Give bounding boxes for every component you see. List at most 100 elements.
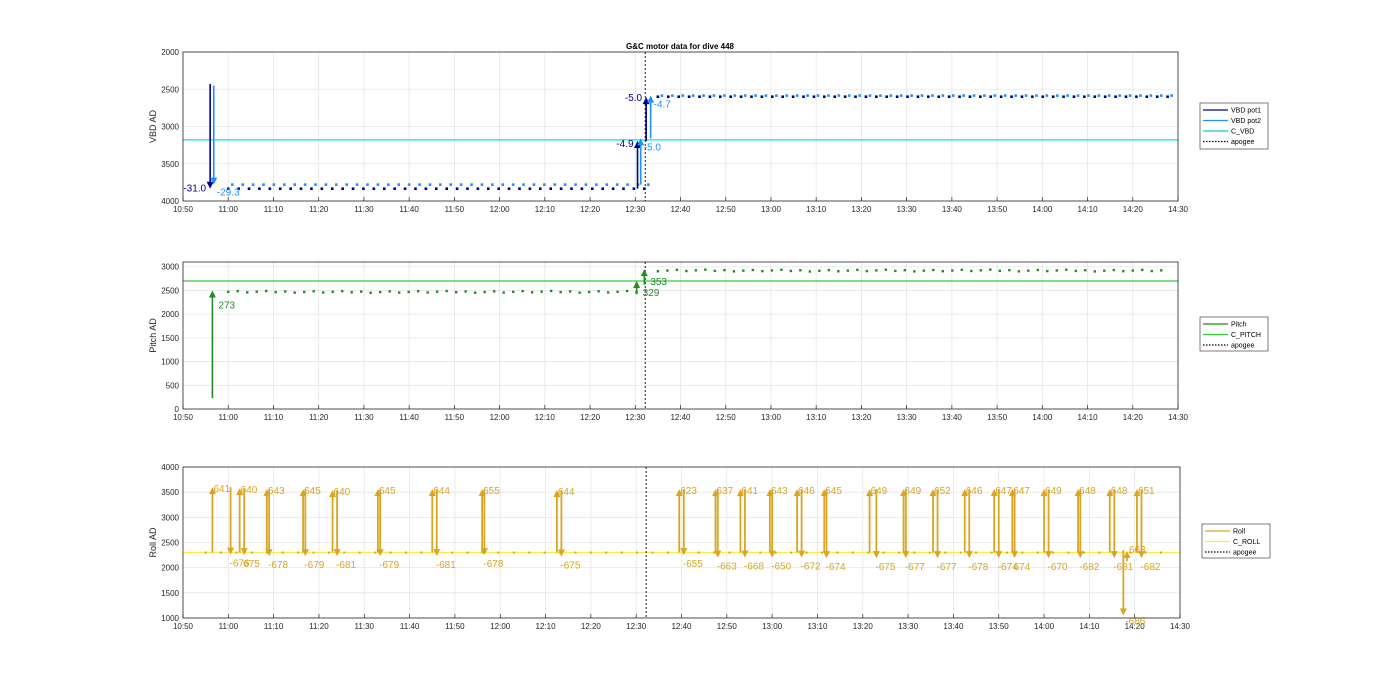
figure-title: G&C motor data for dive 448 <box>626 42 735 51</box>
pitch-point <box>246 291 249 294</box>
vbd-pot2-point <box>324 183 328 186</box>
vbd-pot1-point <box>739 95 743 98</box>
roll-xtick-label: 12:00 <box>490 622 511 631</box>
vbd-pot2-point <box>1128 94 1132 97</box>
roll-point <box>959 551 962 554</box>
vbd-pot2-point <box>775 94 778 97</box>
vbd-pot1-point <box>1010 95 1013 98</box>
roll-bottom-label: -682 <box>1079 562 1099 573</box>
vbd-pot2-point <box>1024 94 1028 97</box>
vbd-pot2-point <box>879 94 882 97</box>
roll-ytick-label: 2500 <box>161 539 179 548</box>
pitch-xtick-label: 13:50 <box>987 413 1008 422</box>
vbd-xtick-label: 13:00 <box>761 205 782 214</box>
roll-point <box>1159 551 1162 554</box>
roll-bottom-label: -675 <box>875 562 895 573</box>
roll-bottom-label: -682 <box>1140 562 1160 573</box>
roll-top-label: 647 <box>1013 486 1030 497</box>
pitch-point <box>780 268 783 271</box>
roll-xtick-label: 11:00 <box>219 622 239 631</box>
pitch-legend-label: apogee <box>1231 343 1254 350</box>
vbd-arrow-label: -29.3 <box>217 188 240 199</box>
vbd-pot2-point <box>584 183 588 186</box>
pitch-point <box>1093 270 1096 273</box>
roll-point <box>420 551 423 554</box>
vbd-pot2-point <box>723 94 726 97</box>
roll-legend: Roll C_ROLLapogee <box>1201 523 1271 559</box>
vbd-pot2-point <box>397 183 401 186</box>
pitch-point <box>625 289 629 293</box>
vbd-pot2-point <box>647 183 650 186</box>
pitch-point <box>549 289 553 293</box>
roll-xtick-label: 12:50 <box>717 622 738 631</box>
roll-bottom-label: -675 <box>560 561 580 572</box>
roll-ytick-label: 1000 <box>161 614 179 623</box>
roll-point <box>589 551 592 554</box>
vbd-pot2-point <box>522 183 525 186</box>
roll-extra-label: 663 <box>1129 545 1146 556</box>
pitch-point <box>827 268 831 272</box>
pitch-xtick-label: 10:50 <box>173 413 194 422</box>
roll-point <box>1052 551 1055 554</box>
pitch-ytick-label: 2000 <box>161 310 179 319</box>
vbd-pot1-point <box>979 95 982 98</box>
pitch-xtick-label: 12:50 <box>716 413 737 422</box>
vbd-pot1-point <box>1155 95 1159 98</box>
vbd-pot1-point <box>486 187 490 191</box>
roll-point <box>451 551 454 554</box>
vbd-pot1-point <box>299 187 303 191</box>
pitch-point <box>322 291 325 294</box>
vbd-pot1-point <box>958 95 961 98</box>
vbd-pot1-point <box>497 187 500 191</box>
vbd-pot2-point <box>1045 94 1049 97</box>
vbd-xtick-label: 14:20 <box>1123 205 1144 214</box>
roll-xtick-label: 14:30 <box>1170 622 1191 631</box>
vbd-pot1-point <box>632 187 636 191</box>
vbd-pot1-point <box>1135 95 1138 98</box>
vbd-xtick-label: 12:50 <box>716 205 737 214</box>
roll-point <box>235 551 238 554</box>
roll-xtick-label: 12:30 <box>626 622 647 631</box>
roll-top-label: 652 <box>934 486 951 497</box>
pitch-point <box>808 270 812 273</box>
roll-bottom-label: -655 <box>683 559 703 570</box>
vbd-xtick-label: 14:00 <box>1032 205 1053 214</box>
vbd-legend-label: apogee <box>1231 139 1254 146</box>
pitch-point <box>979 269 983 272</box>
vbd-pot1-point <box>1114 95 1117 98</box>
pitch-point <box>303 290 306 294</box>
pitch-ytick-label: 0 <box>175 405 180 414</box>
pitch-point <box>941 269 945 273</box>
vbd-pot1-point <box>687 95 691 98</box>
pitch-point <box>397 291 401 294</box>
motor-data-figure: G&C motor data for dive 448 10:50 11:00 11… <box>148 42 1271 631</box>
roll-ytick-label: 4000 <box>161 463 179 472</box>
roll-xtick-label: 11:50 <box>445 622 465 631</box>
vbd-pot2-point <box>574 183 577 186</box>
roll-bottom-label: -681 <box>336 560 356 571</box>
roll-point <box>1021 551 1024 554</box>
vbd-pot2-point <box>272 183 276 186</box>
pitch-point <box>492 290 496 293</box>
roll-point <box>543 551 546 554</box>
pitch-point <box>675 268 679 272</box>
vbd-pot2-point <box>827 94 830 97</box>
roll-ytick-label: 3000 <box>161 513 179 522</box>
vbd-pot2-point <box>837 94 841 97</box>
roll-top-label: 640 <box>241 485 258 496</box>
roll-top-label: 645 <box>379 486 396 497</box>
vbd-pot1-point <box>937 95 941 98</box>
vbd-pot1-point <box>698 95 701 98</box>
vbd-pot1-point <box>1083 95 1086 98</box>
roll-top-label: 637 <box>716 486 733 497</box>
vbd-pot1-point <box>750 95 753 98</box>
vbd-pot1-point <box>403 187 407 191</box>
roll-point <box>851 551 854 554</box>
vbd-pot2-point <box>806 94 809 97</box>
vbd-pot2-point <box>660 94 664 97</box>
roll-xtick-label: 14:10 <box>1079 622 1100 631</box>
roll-ylabel: Roll AD <box>148 527 158 558</box>
roll-point <box>805 551 808 554</box>
pitch-point <box>521 289 524 293</box>
vbd-pot1-point <box>362 187 365 191</box>
